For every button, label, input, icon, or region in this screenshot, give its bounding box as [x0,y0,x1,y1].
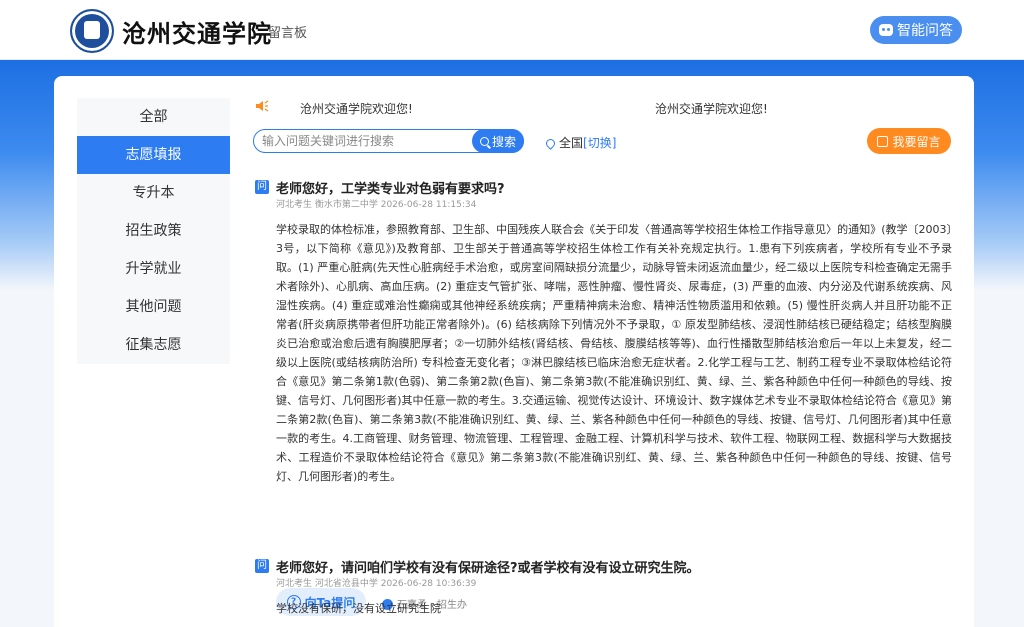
region-selector: 全国[切换] [544,134,616,151]
question-badge: 问 [255,180,269,194]
ai-qa-button[interactable]: 智能问答 [870,16,962,44]
site-header: 沧州交通学院 留言板 智能问答 [0,0,1024,60]
answer-text: 学校没有保研，没有设立研究生院 [276,602,441,615]
search-button[interactable]: 搜索 [472,129,524,153]
question-title[interactable]: 老师您好，请问咱们学校有没有保研途径?或者学校有没有设立研究生院。 [276,557,700,576]
question-title[interactable]: 老师您好，工学类专业对色弱有要求吗? [276,178,505,197]
leave-message-button[interactable]: 我要留言 [867,128,951,154]
category-sidebar: 全部 志愿填报 专升本 招生政策 升学就业 其他问题 征集志愿 [77,98,230,364]
school-name[interactable]: 沧州交通学院 [122,14,272,49]
question-meta: 河北考生 河北省沧县中学 2026-06-28 10:36:39 [276,579,477,589]
page-subtitle: 留言板 [268,26,308,41]
sidebar-item-upgrade[interactable]: 专升本 [77,174,230,212]
location-pin-icon [544,137,557,150]
ai-qa-label: 智能问答 [897,23,953,39]
edit-icon [877,135,889,147]
robot-icon [879,24,893,36]
notice-bar: 沧州交通学院欢迎您! 沧州交通学院欢迎您! [255,98,955,118]
sidebar-item-policy[interactable]: 招生政策 [77,212,230,250]
leave-message-label: 我要留言 [892,134,941,149]
sidebar-item-other[interactable]: 其他问题 [77,288,230,326]
search-button-label: 搜索 [491,134,516,149]
logo-emblem [84,21,100,39]
school-logo-icon[interactable] [70,9,114,53]
notice-text-scroll: 沧州交通学院欢迎您! [655,102,768,116]
search-box: 搜索 [253,129,524,153]
notice-text: 沧州交通学院欢迎您! [300,102,413,116]
question-badge: 问 [255,559,269,573]
answer-text: 学校录取的体检标准，参照教育部、卫生部、中国残疾人联合会《关于印发〈普通高等学校… [276,223,952,483]
sidebar-item-application[interactable]: 志愿填报 [77,136,230,174]
question-meta: 河北考生 衡水市第二中学 2026-06-28 11:15:34 [276,200,477,210]
sidebar-item-all[interactable]: 全部 [77,98,230,136]
main-card: 全部 志愿填报 专升本 招生政策 升学就业 其他问题 征集志愿 沧州交通学院欢迎… [54,76,974,627]
sidebar-item-career[interactable]: 升学就业 [77,250,230,288]
search-icon [479,136,489,146]
region-label: 全国 [559,136,584,150]
region-switch-link[interactable]: [切换] [583,136,616,150]
search-input[interactable] [262,133,462,149]
speaker-icon [256,100,269,112]
sidebar-item-solicit[interactable]: 征集志愿 [77,326,230,364]
